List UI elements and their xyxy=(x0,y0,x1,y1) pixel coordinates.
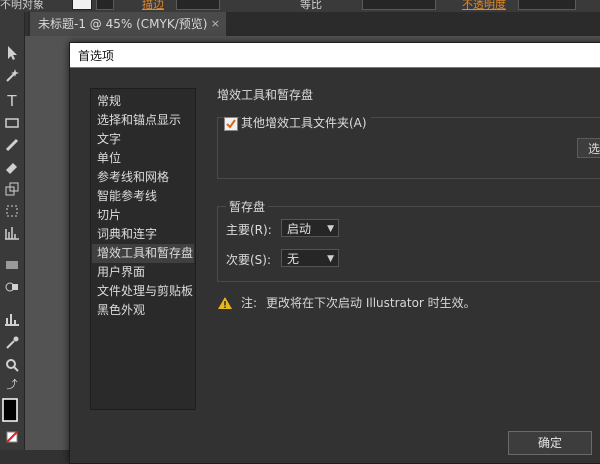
fill-swatch[interactable] xyxy=(72,0,92,10)
primary-disk-select[interactable]: 启动 ▼ xyxy=(281,219,339,237)
chevron-down-icon: ▼ xyxy=(327,224,334,234)
category-item[interactable]: 单位 xyxy=(97,149,121,168)
category-item[interactable]: 切片 xyxy=(97,206,121,225)
stroke-swatch[interactable] xyxy=(96,0,114,10)
document-tab-label: 未标题-1 @ 45% (CMYK/预览) xyxy=(38,17,208,31)
brush-definition-field[interactable] xyxy=(362,0,436,10)
category-item-selected[interactable]: 增效工具和暂存盘 xyxy=(92,244,194,263)
scratch-disks-title: 暂存盘 xyxy=(226,198,269,215)
opacity-link[interactable]: 不透明度 xyxy=(462,0,506,12)
tools-panel: T ⤴ xyxy=(0,12,25,450)
scale-tool-icon[interactable] xyxy=(0,180,24,198)
category-item[interactable]: 词典和连字 xyxy=(97,225,157,244)
document-tab-bar: 未标题-1 @ 45% (CMYK/预览) × xyxy=(28,12,600,36)
swap-colors-icon[interactable]: ⤴ xyxy=(0,376,24,394)
primary-disk-value: 启动 xyxy=(287,222,312,236)
scratch-disks-group: 暂存盘 主要(R): 启动 ▼ 次要(S): 无 ▼ xyxy=(217,198,600,282)
blend-tool-icon[interactable] xyxy=(0,278,24,296)
plugins-group: 其他增效工具文件夹(A) 选 xyxy=(217,114,600,179)
opacity-field[interactable] xyxy=(518,0,576,10)
stroke-weight-field[interactable] xyxy=(176,0,220,10)
category-item[interactable]: 用户界面 xyxy=(97,263,145,282)
choose-folder-button[interactable]: 选 xyxy=(577,138,600,158)
magic-wand-tool-icon[interactable] xyxy=(0,66,24,84)
secondary-disk-select[interactable]: 无 ▼ xyxy=(281,249,339,267)
eraser-tool-icon[interactable] xyxy=(0,158,24,176)
stroke-link[interactable]: 描边 xyxy=(142,0,164,12)
category-item[interactable]: 文字 xyxy=(97,130,121,149)
secondary-disk-label: 次要(S): xyxy=(226,253,272,267)
secondary-disk-value: 无 xyxy=(287,252,300,266)
category-item[interactable]: 黑色外观 xyxy=(97,301,145,320)
category-item[interactable]: 参考线和网格 xyxy=(97,168,169,187)
shape-builder-tool-icon[interactable] xyxy=(0,224,24,242)
category-item[interactable]: 常规 xyxy=(97,92,121,111)
gradient-tool-icon[interactable] xyxy=(0,256,24,274)
plugins-checkbox-label[interactable]: 其他增效工具文件夹(A) xyxy=(241,114,371,131)
plugins-checkbox[interactable] xyxy=(224,117,238,131)
zoom-tool-icon[interactable] xyxy=(0,356,24,374)
note-label: 注: xyxy=(241,296,258,310)
chevron-down-icon: ▼ xyxy=(327,254,334,264)
section-title: 增效工具和暂存盘 xyxy=(217,88,314,102)
graph-tool-icon[interactable] xyxy=(0,310,24,328)
dialog-titlebar[interactable]: 首选项 xyxy=(70,43,600,68)
fill-stroke-swatch[interactable] xyxy=(0,396,24,426)
category-item[interactable]: 选择和锚点显示 xyxy=(97,111,181,130)
category-item[interactable]: 文件处理与剪贴板 xyxy=(97,282,193,301)
paintbrush-tool-icon[interactable] xyxy=(0,136,24,154)
object-type-label: 不明对象 xyxy=(0,0,44,11)
category-item[interactable]: 智能参考线 xyxy=(97,187,157,206)
document-tab[interactable]: 未标题-1 @ 45% (CMYK/预览) × xyxy=(30,12,226,36)
primary-disk-label: 主要(R): xyxy=(226,223,272,237)
note-text: 更改将在下次启动 Illustrator 时生效。 xyxy=(266,296,476,310)
selection-tool-icon[interactable] xyxy=(0,44,24,62)
preferences-dialog: 首选项 常规 选择和锚点显示 文字 单位 参考线和网格 智能参考线 切片 词典和… xyxy=(69,42,600,464)
type-tool-icon[interactable]: T xyxy=(0,92,24,110)
free-transform-tool-icon[interactable] xyxy=(0,202,24,220)
category-list: 常规 选择和锚点显示 文字 单位 参考线和网格 智能参考线 切片 词典和连字 增… xyxy=(90,88,196,410)
dialog-title: 首选项 xyxy=(78,49,115,63)
control-bar: 不明对象 描边 等比 不透明度 xyxy=(0,0,600,12)
close-icon[interactable]: × xyxy=(211,12,220,36)
variable-width-label[interactable]: 等比 xyxy=(300,0,322,12)
none-color-icon[interactable] xyxy=(0,428,24,446)
rectangle-tool-icon[interactable] xyxy=(0,114,24,132)
eyedropper-tool-icon[interactable] xyxy=(0,334,24,352)
ok-button[interactable]: 确定 xyxy=(508,431,592,455)
warning-icon xyxy=(217,296,233,313)
